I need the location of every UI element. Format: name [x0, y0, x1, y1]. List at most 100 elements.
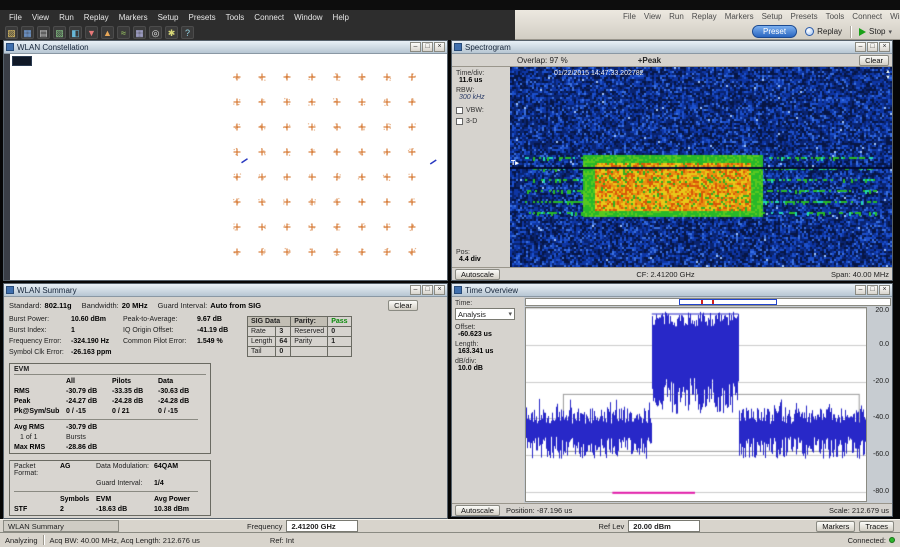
save-icon[interactable]: ▦ — [21, 26, 34, 39]
spacer — [456, 125, 508, 248]
minimize-button[interactable]: – — [410, 42, 421, 52]
menu-presets[interactable]: Presets — [183, 12, 220, 23]
frequency-value-field[interactable]: 2.41200 GHz — [286, 520, 358, 532]
close-button[interactable]: × — [879, 285, 890, 295]
control-status-bar: WLAN Summary Frequency 2.41200 GHz Ref L… — [0, 519, 900, 533]
autoscale-button[interactable]: Autoscale — [455, 505, 500, 516]
markers-button[interactable]: Markers — [816, 521, 855, 532]
window-title-strip — [0, 0, 900, 10]
spectrogram-display-area: 01/22/2015 14:47:33.202782 T▸ ▲▼ — [510, 67, 892, 267]
settings-icon[interactable]: ✱ — [165, 26, 178, 39]
acquisition-overview-strip[interactable] — [525, 298, 891, 306]
bg-menu-file[interactable]: File — [619, 12, 640, 21]
panel-titlebar[interactable]: WLAN Constellation –□× — [4, 41, 447, 54]
minimize-button[interactable]: – — [410, 285, 421, 295]
copy-icon[interactable]: ▧ — [53, 26, 66, 39]
bg-menu-connect[interactable]: Connect — [848, 12, 886, 21]
panel-titlebar[interactable]: WLAN Summary –□× — [4, 284, 447, 297]
ref-level-field[interactable]: 20.00 dBm — [628, 520, 700, 532]
maximize-button[interactable]: □ — [867, 285, 878, 295]
menu-replay[interactable]: Replay — [79, 12, 114, 23]
window-buttons: –□× — [855, 285, 890, 295]
menu-file[interactable]: File — [4, 12, 27, 23]
menu-markers[interactable]: Markers — [114, 12, 153, 23]
time-label: Time: — [455, 300, 521, 307]
guard-interval-value: 1/4 — [154, 480, 198, 487]
background-menu-bar: FileViewRunReplayMarkersSetupPresetsTool… — [515, 10, 900, 23]
preset-button[interactable]: Preset — [752, 25, 797, 38]
divider — [14, 419, 198, 420]
menu-view[interactable]: View — [27, 12, 54, 23]
time-overview-display[interactable] — [525, 307, 867, 502]
evm-title: EVM — [14, 366, 206, 375]
menu-help[interactable]: Help — [328, 12, 354, 23]
replay-control[interactable]: Replay — [805, 27, 842, 36]
panel-titlebar[interactable]: Time Overview –□× — [452, 284, 892, 297]
panel-icon — [454, 43, 462, 51]
help-icon[interactable]: ? — [181, 26, 194, 39]
bg-menu-tools[interactable]: Tools — [822, 12, 849, 21]
panel-icon — [454, 286, 462, 294]
spectrogram-display[interactable] — [510, 67, 892, 267]
menu-run[interactable]: Run — [54, 12, 79, 23]
scale-label: Scale: 212.679 us — [829, 506, 889, 515]
trace-icon[interactable]: ≈ — [117, 26, 130, 39]
print-icon[interactable]: ▤ — [37, 26, 50, 39]
display-selector-value: WLAN Summary — [8, 522, 64, 531]
search-icon[interactable]: ◎ — [149, 26, 162, 39]
bg-menu-setup[interactable]: Setup — [758, 12, 787, 21]
checkbox-3d[interactable] — [456, 118, 463, 125]
scroll-down-icon[interactable]: ▼ — [885, 75, 891, 81]
maximize-button[interactable]: □ — [867, 42, 878, 52]
peak-marker-icon[interactable]: ▲ — [101, 26, 114, 39]
open-file-icon[interactable]: ▨ — [5, 26, 18, 39]
spec-checkbox-row: 3-D — [456, 117, 508, 125]
close-button[interactable]: × — [434, 285, 445, 295]
bg-menu-replay[interactable]: Replay — [688, 12, 721, 21]
maximize-button[interactable]: □ — [422, 285, 433, 295]
summary-content: Standard:802.11gBandwidth:20 MHzGuard In… — [4, 297, 447, 518]
sig-data-table: SIG DataParity:PassRate3Reserved0Length6… — [247, 316, 352, 357]
traces-button[interactable]: Traces — [859, 521, 894, 532]
time-overview-bottom-strip: Autoscale Position: -87.196 us Scale: 21… — [452, 503, 892, 516]
checkbox-vbw[interactable] — [456, 107, 463, 114]
panel-titlebar[interactable]: Spectrogram –□× — [452, 41, 892, 54]
time-mode-select[interactable]: Analysis ▾ — [455, 308, 515, 320]
clear-button[interactable]: Clear — [859, 55, 889, 66]
minimize-button[interactable]: – — [855, 42, 866, 52]
marker-tick — [701, 300, 703, 304]
close-button[interactable]: × — [434, 42, 445, 52]
bg-menu-markers[interactable]: Markers — [721, 12, 758, 21]
menu-setup[interactable]: Setup — [153, 12, 184, 23]
data-modulation-label: Data Modulation: — [96, 463, 154, 477]
minimize-button[interactable]: – — [855, 285, 866, 295]
display-selector[interactable]: WLAN Summary — [3, 520, 119, 532]
connected-label: Connected: — [848, 536, 886, 545]
spacer-cell — [60, 480, 96, 487]
menu-tools[interactable]: Tools — [221, 12, 250, 23]
summary-header-pair: Guard Interval:Auto from SIG — [158, 301, 261, 310]
close-button[interactable]: × — [879, 42, 890, 52]
bg-menu-run[interactable]: Run — [665, 12, 688, 21]
bg-menu-window[interactable]: Window — [886, 12, 900, 21]
clear-button[interactable]: Clear — [388, 300, 418, 311]
autoscale-button[interactable]: Autoscale — [455, 269, 500, 280]
evm-avg-cell — [112, 444, 158, 451]
analysis-selection-rect[interactable] — [679, 299, 777, 305]
evm-avg-cell — [158, 424, 198, 431]
marker-icon[interactable]: ▼ — [85, 26, 98, 39]
stop-control[interactable]: Stop ▾ — [859, 27, 892, 36]
evm-pilots-value: 0 / 21 — [112, 408, 158, 415]
bg-menu-view[interactable]: View — [640, 12, 665, 21]
display-icon[interactable]: ◧ — [69, 26, 82, 39]
grid-icon[interactable]: ▦ — [133, 26, 146, 39]
maximize-button[interactable]: □ — [422, 42, 433, 52]
app-header: FileViewRunReplayMarkersSetupPresetsTool… — [0, 10, 515, 40]
summary-header-value: 802.11g — [45, 301, 72, 310]
replay-label: Replay — [817, 27, 842, 36]
menu-window[interactable]: Window — [289, 12, 327, 23]
spectrogram-scroll-arrows[interactable]: ▲▼ — [885, 69, 891, 81]
length-label: Length: — [455, 341, 521, 348]
bg-menu-presets[interactable]: Presets — [786, 12, 821, 21]
menu-connect[interactable]: Connect — [249, 12, 289, 23]
